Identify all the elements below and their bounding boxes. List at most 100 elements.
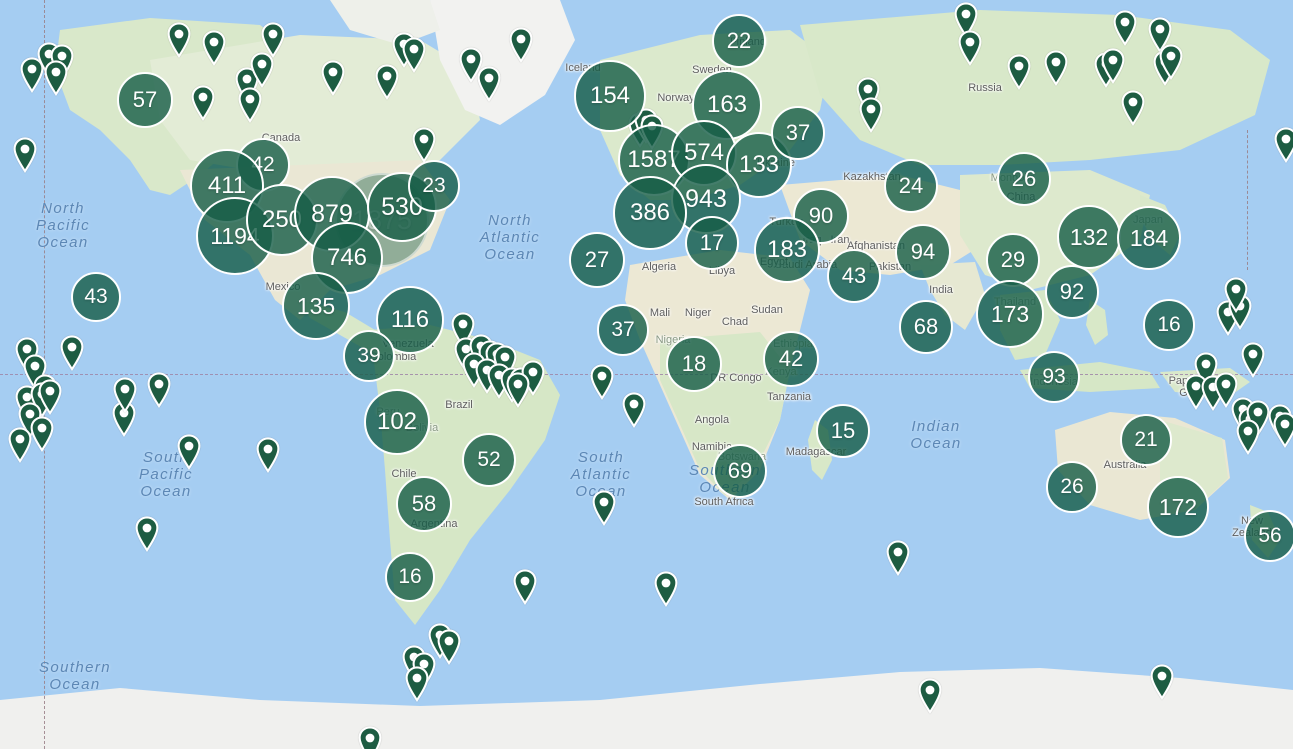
map-pin[interactable] — [589, 364, 615, 400]
map-cluster-bubble[interactable]: 29 — [986, 233, 1040, 287]
map-cluster-bubble[interactable]: 184 — [1117, 206, 1181, 270]
country-label: Algeria — [641, 261, 677, 273]
map-cluster-bubble[interactable]: 37 — [597, 304, 649, 356]
map-cluster-bubble[interactable]: 37 — [771, 106, 825, 160]
country-label: India — [929, 284, 953, 296]
map-pin[interactable] — [43, 60, 69, 96]
map-cluster-bubble[interactable]: 135 — [282, 272, 350, 340]
map-pin[interactable] — [1112, 10, 1138, 46]
map-pin[interactable] — [260, 22, 286, 58]
map-pin[interactable] — [1273, 127, 1293, 163]
map-pin[interactable] — [1158, 44, 1184, 80]
map-cluster-bubble[interactable]: 172 — [1147, 476, 1209, 538]
ocean-label: Southern Ocean — [38, 659, 112, 693]
country-label: Brazil — [445, 399, 473, 411]
world-map[interactable]: North Pacific Ocean North Atlantic Ocean S… — [0, 0, 1293, 749]
country-label: South Africa — [694, 496, 754, 508]
map-pin[interactable] — [357, 726, 383, 749]
map-cluster-bubble[interactable]: 173 — [976, 280, 1044, 348]
map-pin[interactable] — [1006, 54, 1032, 90]
country-label: Mali — [649, 307, 671, 319]
map-cluster-bubble[interactable]: 43 — [71, 272, 121, 322]
country-label: Norway — [657, 92, 695, 104]
map-pin[interactable] — [1272, 412, 1293, 448]
map-cluster-bubble[interactable]: 42 — [763, 331, 819, 387]
map-cluster-bubble[interactable]: 16 — [1143, 299, 1195, 351]
map-pin[interactable] — [201, 30, 227, 66]
map-cluster-bubble[interactable]: 68 — [899, 300, 953, 354]
map-cluster-bubble[interactable]: 26 — [997, 152, 1051, 206]
country-label: Tanzania — [766, 391, 812, 403]
map-pin[interactable] — [59, 335, 85, 371]
map-cluster-bubble[interactable]: 39 — [343, 330, 395, 382]
map-cluster-bubble[interactable]: 183 — [754, 217, 820, 283]
map-cluster-bubble[interactable]: 154 — [574, 60, 646, 132]
map-pin[interactable] — [621, 392, 647, 428]
map-cluster-bubble[interactable]: 23 — [408, 160, 460, 212]
map-pin[interactable] — [401, 37, 427, 73]
map-cluster-bubble[interactable]: 69 — [713, 444, 767, 498]
map-pin[interactable] — [591, 490, 617, 526]
map-pin[interactable] — [411, 127, 437, 163]
map-pin[interactable] — [166, 22, 192, 58]
boundary-line-right — [1247, 130, 1248, 270]
map-cluster-bubble[interactable]: 43 — [827, 249, 881, 303]
map-cluster-bubble[interactable]: 94 — [895, 224, 951, 280]
map-pin[interactable] — [436, 629, 462, 665]
map-cluster-bubble[interactable]: 102 — [364, 389, 430, 455]
map-pin[interactable] — [1223, 277, 1249, 313]
map-pin[interactable] — [858, 97, 884, 133]
map-cluster-bubble[interactable]: 22 — [712, 14, 766, 68]
map-pin[interactable] — [505, 372, 531, 408]
map-pin[interactable] — [374, 64, 400, 100]
map-pin[interactable] — [653, 571, 679, 607]
map-pin[interactable] — [1120, 90, 1146, 126]
ocean-label: North Atlantic Ocean — [479, 212, 541, 263]
map-cluster-bubble[interactable]: 17 — [685, 216, 739, 270]
map-pin[interactable] — [957, 30, 983, 66]
ocean-label: North Pacific Ocean — [36, 200, 90, 251]
country-label: Chad — [721, 316, 749, 328]
map-pin[interactable] — [237, 87, 263, 123]
equator-line — [0, 374, 1293, 375]
map-pin[interactable] — [1240, 342, 1266, 378]
country-label: Russia — [968, 82, 1002, 94]
map-cluster-bubble[interactable]: 26 — [1046, 461, 1098, 513]
map-pin[interactable] — [134, 516, 160, 552]
map-pin[interactable] — [1149, 664, 1175, 700]
map-pin[interactable] — [1235, 419, 1261, 455]
map-cluster-bubble[interactable]: 52 — [462, 433, 516, 487]
country-label: Niger — [684, 307, 712, 319]
map-pin[interactable] — [176, 434, 202, 470]
map-cluster-bubble[interactable]: 27 — [569, 232, 625, 288]
map-pin[interactable] — [885, 540, 911, 576]
map-pin[interactable] — [146, 372, 172, 408]
map-pin[interactable] — [404, 666, 430, 702]
map-pin[interactable] — [917, 678, 943, 714]
map-cluster-bubble[interactable]: 24 — [884, 159, 938, 213]
map-pin[interactable] — [512, 569, 538, 605]
map-pin[interactable] — [255, 437, 281, 473]
map-cluster-bubble[interactable]: 15 — [816, 404, 870, 458]
map-cluster-bubble[interactable]: 18 — [666, 336, 722, 392]
map-pin[interactable] — [476, 66, 502, 102]
map-cluster-bubble[interactable]: 132 — [1057, 205, 1121, 269]
map-pin[interactable] — [190, 85, 216, 121]
map-pin[interactable] — [1043, 50, 1069, 86]
map-pin[interactable] — [112, 377, 138, 413]
map-cluster-bubble[interactable]: 57 — [117, 72, 173, 128]
map-pin[interactable] — [12, 137, 38, 173]
map-cluster-bubble[interactable]: 58 — [396, 476, 452, 532]
map-pin[interactable] — [7, 427, 33, 463]
country-label: Angola — [694, 414, 730, 426]
map-pin[interactable] — [508, 27, 534, 63]
map-cluster-bubble[interactable]: 21 — [1120, 414, 1172, 466]
map-pin[interactable] — [1100, 48, 1126, 84]
map-cluster-bubble[interactable]: 16 — [385, 552, 435, 602]
map-cluster-bubble[interactable]: 56 — [1244, 510, 1293, 562]
map-cluster-bubble[interactable]: 386 — [613, 176, 687, 250]
map-cluster-bubble[interactable]: 93 — [1028, 351, 1080, 403]
map-cluster-bubble[interactable]: 92 — [1045, 265, 1099, 319]
ocean-label: South Pacific Ocean — [139, 449, 193, 500]
map-pin[interactable] — [320, 60, 346, 96]
